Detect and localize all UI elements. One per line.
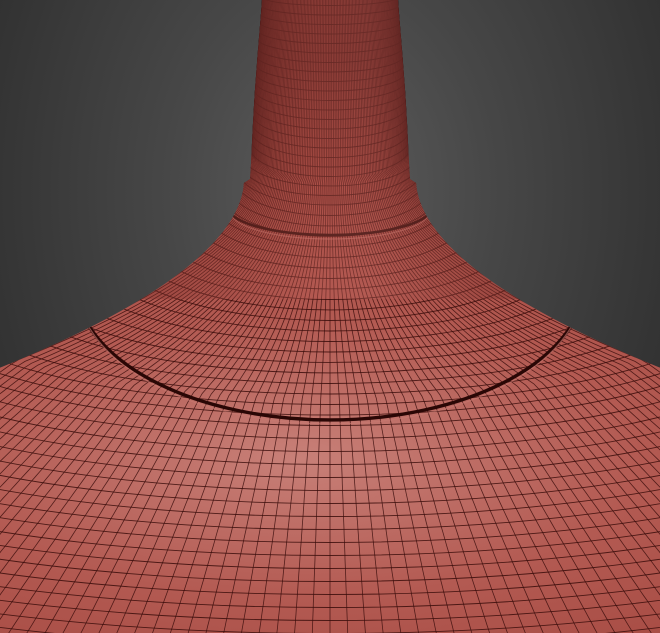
vase-mesh[interactable] — [0, 0, 660, 633]
neck-shading — [141, 0, 519, 299]
3d-viewport[interactable] — [0, 0, 660, 633]
